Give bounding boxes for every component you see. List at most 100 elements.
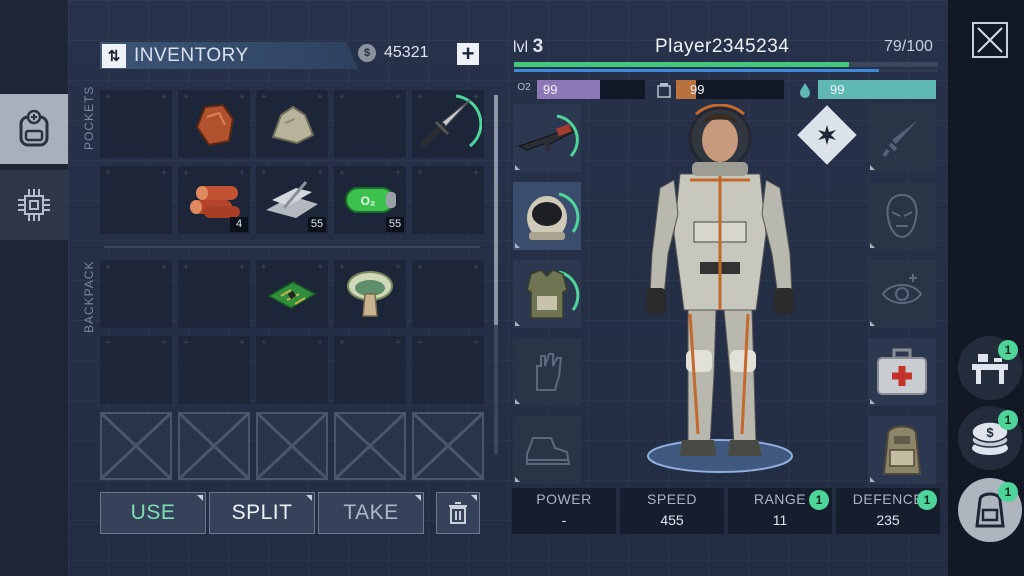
use-button[interactable]: USE [100, 492, 206, 534]
scrollbar-thumb[interactable] [494, 95, 498, 325]
level-display: lvl 3 [513, 36, 543, 58]
armor-slot[interactable] [513, 260, 581, 328]
backpack-slot[interactable]: + + [334, 336, 406, 404]
backpack-slot[interactable]: + + [256, 260, 328, 328]
svg-text:$: $ [986, 425, 994, 440]
inventory-title: INVENTORY [134, 44, 249, 66]
locked-cross-icon [334, 412, 406, 480]
backpack-slot[interactable]: + + [178, 336, 250, 404]
water-drop-icon [796, 82, 814, 101]
backpack-slot[interactable] [868, 416, 936, 484]
slot-corner-mark: + [317, 338, 323, 349]
take-button[interactable]: TAKE [318, 492, 424, 534]
add-coins-button[interactable]: + [457, 43, 479, 65]
slot-corner-mark: + [105, 338, 111, 349]
backpack-slot[interactable]: + + [256, 336, 328, 404]
slot-corner-mark: + [105, 262, 111, 273]
inventory-tab[interactable] [0, 94, 68, 164]
explosion-icon [818, 125, 836, 145]
oxygen-icon: O2 [517, 82, 531, 93]
slot-corner-mark: + [339, 338, 345, 349]
slot-corner-mark: + [105, 168, 111, 179]
slot-corner-mark: + [473, 338, 479, 349]
helmet-icon [527, 192, 580, 240]
stat-value: 235 [876, 512, 900, 528]
melee-slot[interactable] [868, 104, 936, 172]
locked-slot [334, 412, 406, 480]
slot-corner-mark: + [395, 338, 401, 349]
knife-icon [414, 90, 482, 158]
pocket-slot[interactable]: + + O₂ 55 [334, 166, 406, 234]
stats-row: POWER - SPEED 455 RANGE 11 DEFENCE 235 1… [512, 488, 940, 534]
pocket-slot[interactable]: + + [412, 90, 484, 158]
stat-value: 11 [772, 512, 788, 528]
backpack-slot[interactable]: + + [100, 336, 172, 404]
rifle-icon [517, 114, 579, 158]
water-value: 99 [830, 82, 845, 97]
backpack-slot[interactable]: + + [178, 260, 250, 328]
medkit-icon [877, 348, 927, 395]
slot-corner-mark: + [317, 168, 323, 179]
scrap-metal-icon [262, 178, 322, 222]
medkit-slot[interactable] [868, 338, 936, 406]
defence-badge: 1 [917, 490, 937, 510]
weapon-slot[interactable] [513, 104, 581, 172]
locked-slot [256, 412, 328, 480]
pocket-slot[interactable]: + + [412, 166, 484, 234]
slot-corner-mark: + [417, 338, 423, 349]
locked-cross-icon [256, 412, 328, 480]
slot-corner-mark: + [261, 168, 267, 179]
helmet-slot[interactable] [513, 182, 581, 250]
pocket-slot[interactable]: + + [178, 90, 250, 158]
food-value: 99 [690, 82, 705, 97]
split-button[interactable]: SPLIT [209, 492, 315, 534]
pocket-slot[interactable]: + +55 [256, 166, 328, 234]
circuit-board-icon [265, 272, 319, 316]
backpack-slot[interactable]: + + [412, 260, 484, 328]
level-label: lvl [513, 39, 529, 56]
backpack-slot[interactable]: + + [412, 336, 484, 404]
implants-tab[interactable] [0, 170, 68, 240]
armor-vest-icon [526, 269, 580, 319]
coin-amount: 45321 [384, 44, 429, 61]
character-model [646, 104, 794, 473]
backpack-slot[interactable]: + + [334, 260, 406, 328]
gloves-slot[interactable] [513, 338, 581, 406]
slot-corner-mark: + [161, 262, 167, 273]
pockets-label: POCKETS [82, 85, 96, 150]
slot-corner-mark: + [183, 92, 189, 103]
eye-icon [881, 274, 923, 304]
crafting-badge: 1 [998, 340, 1018, 360]
chip-icon [18, 189, 50, 221]
slot-corner-mark: + [339, 92, 345, 103]
pocket-slot[interactable]: + + [100, 166, 172, 234]
pocket-slot[interactable]: + + [334, 90, 406, 158]
slot-corner-mark: + [161, 92, 167, 103]
stat-power: POWER - [512, 488, 616, 534]
food-icon [655, 82, 673, 101]
slot-corner-mark: + [261, 338, 267, 349]
slot-corner-mark: + [417, 92, 423, 103]
close-button[interactable] [972, 22, 1008, 58]
item-count: 4 [230, 217, 248, 232]
delete-button[interactable] [436, 492, 480, 534]
locked-cross-icon [100, 412, 172, 480]
pocket-slot[interactable]: + + [100, 90, 172, 158]
inventory-header: ⇅ INVENTORY [100, 42, 358, 69]
boots-slot[interactable] [513, 416, 581, 484]
backpack-slot[interactable]: + + [100, 260, 172, 328]
pocket-slot[interactable]: + + [256, 90, 328, 158]
stone-icon [267, 99, 317, 149]
slot-corner-mark: + [473, 92, 479, 103]
sort-toggle-icon[interactable]: ⇅ [102, 43, 126, 68]
vision-slot[interactable] [868, 260, 936, 328]
mask-slot[interactable] [868, 182, 936, 250]
slot-corner-mark: + [183, 262, 189, 273]
backpack-plus-icon [19, 109, 49, 147]
glove-icon [536, 353, 563, 391]
stat-value: - [561, 512, 567, 528]
slot-corner-mark: + [317, 92, 323, 103]
slot-corner-mark: + [261, 262, 267, 273]
item-count: 55 [386, 217, 404, 232]
pocket-slot[interactable]: + +4 [178, 166, 250, 234]
